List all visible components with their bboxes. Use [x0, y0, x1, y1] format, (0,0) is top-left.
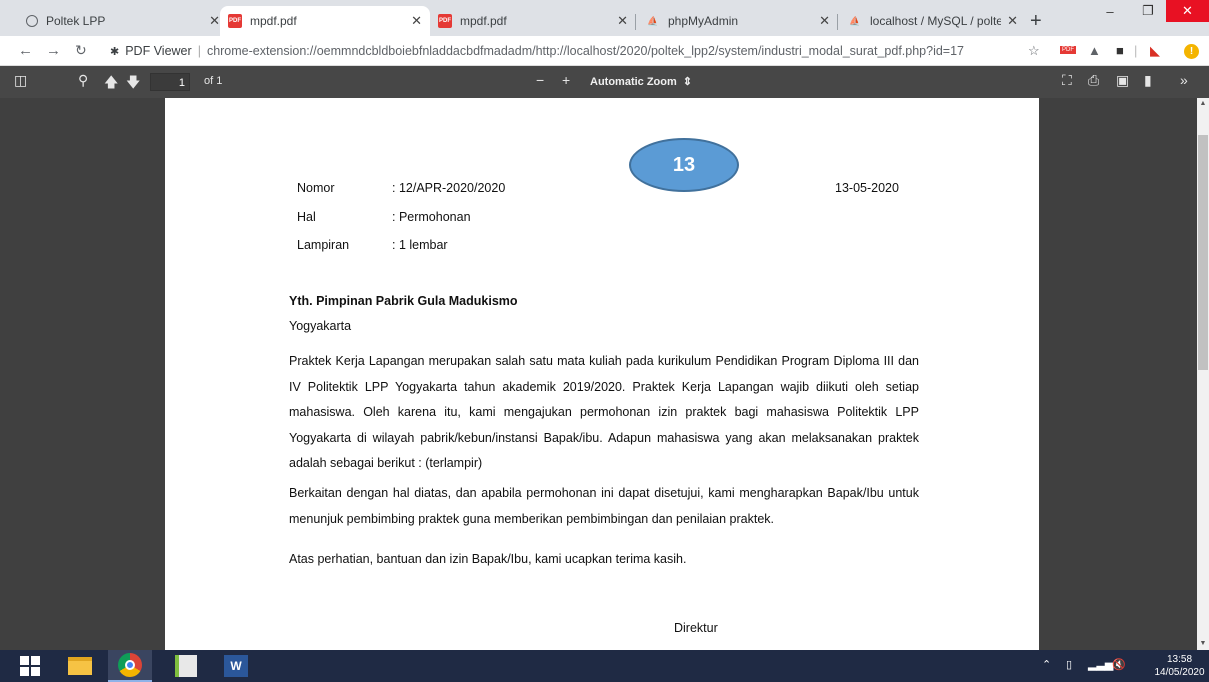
next-page-icon[interactable]: 🡇 — [126, 72, 140, 96]
hal-value: : Permohonan — [392, 210, 471, 224]
tab-localhost-mysql[interactable]: ⛵ localhost / MySQL / poltek_lpp2 ✕ — [840, 6, 1026, 36]
presentation-mode-icon[interactable]: ⛶ — [1062, 72, 1072, 89]
close-tab-icon[interactable]: ✕ — [819, 13, 830, 29]
url-text: chrome-extension://oemmndcbldboiebfnladd… — [206, 44, 965, 58]
scroll-up-arrow-icon[interactable]: ▲ — [1197, 98, 1209, 110]
chrome-taskbar-button[interactable] — [108, 650, 152, 682]
paragraph-3: Atas perhatian, bantuan dan izin Bapak/I… — [289, 552, 687, 566]
previous-page-icon[interactable]: 🡅 — [104, 72, 118, 96]
pdf-icon: PDF — [438, 14, 452, 28]
close-tab-icon[interactable]: ✕ — [411, 13, 422, 29]
taskbar: W ⌃ ▯ ▂▃▅ 🔇 — [0, 650, 1209, 682]
lampiran-value: : 1 lembar — [392, 238, 448, 252]
pdf-icon: PDF — [228, 14, 242, 28]
tab-title: phpMyAdmin — [668, 14, 739, 28]
lampiran-label: Lampiran — [297, 238, 350, 252]
phpmyadmin-icon: ⛵ — [647, 15, 659, 26]
chrome-icon — [118, 653, 142, 677]
clock-date: 14/05/2020 — [1154, 667, 1205, 678]
page-number-input[interactable]: 1 — [150, 73, 190, 91]
page-count-label: of 1 — [204, 75, 223, 87]
nomor-value: : 12/APR-2020/2020 — [392, 181, 506, 195]
tab-title: localhost / MySQL / poltek_lpp2 — [870, 14, 1002, 28]
page-info-label: PDF Viewer — [125, 44, 192, 58]
scrollbar-thumb[interactable] — [1198, 135, 1208, 370]
signature-title: Direktur — [674, 621, 718, 635]
tab-title: mpdf.pdf — [250, 14, 297, 28]
file-explorer-button[interactable] — [58, 650, 102, 682]
zoom-select-value: Automatic Zoom — [590, 76, 677, 88]
notepad-icon — [175, 655, 197, 677]
nomor-label: Nomor — [297, 181, 335, 195]
tab-title: mpdf.pdf — [460, 14, 507, 28]
pdf-extension-icon[interactable]: PDF — [1060, 46, 1076, 54]
warning-extension-icon[interactable]: ▲ — [1088, 43, 1101, 58]
notepad-taskbar-button[interactable] — [164, 650, 208, 682]
phone-icon[interactable]: ▯ — [1066, 658, 1072, 671]
address-bar[interactable]: ✱ PDF Viewer | chrome-extension://oemmnd… — [110, 40, 1015, 62]
hal-label: Hal — [297, 210, 316, 224]
windows-logo-icon — [20, 656, 40, 676]
recipient: Yth. Pimpinan Pabrik Gula Madukismo — [289, 294, 518, 308]
number-badge: 13 — [629, 138, 739, 192]
phpmyadmin-icon: ⛵ — [849, 15, 861, 26]
close-tab-icon[interactable]: ✕ — [617, 13, 628, 29]
clock-time: 13:58 — [1166, 654, 1193, 665]
word-taskbar-button[interactable]: W — [214, 650, 258, 682]
letter-date: 13-05-2020 — [835, 181, 899, 195]
close-tab-icon[interactable]: ✕ — [209, 13, 220, 29]
extension-puzzle-icon: ✱ — [110, 45, 120, 58]
reload-icon[interactable]: ↻ — [75, 42, 87, 59]
tab-phpmyadmin[interactable]: ⛵ phpMyAdmin ✕ — [638, 6, 838, 36]
update-alert-icon[interactable]: ! — [1184, 44, 1199, 59]
bookmark-star-icon[interactable]: ☆ — [1028, 43, 1040, 59]
pdf-page: 13 Nomor : 12/APR-2020/2020 13-05-2020 H… — [165, 98, 1039, 658]
zoom-out-icon[interactable]: − — [536, 72, 544, 88]
bookmark-icon[interactable]: ▮ — [1144, 72, 1152, 89]
tab-mpdf[interactable]: PDF mpdf.pdf ✕ — [430, 6, 636, 36]
show-hidden-icons[interactable]: ⌃ — [1042, 658, 1051, 671]
paragraph-2: Berkaitan dengan hal diatas, dan apabila… — [289, 486, 919, 526]
taskbar-clock[interactable]: 13:58 14/05/2020 — [1152, 653, 1207, 679]
tab-mpdf-active[interactable]: PDF mpdf.pdf ✕ — [220, 6, 430, 36]
back-icon[interactable]: ← — [18, 42, 33, 59]
paragraph-1: Praktek Kerja Lapangan merupakan salah s… — [289, 354, 919, 470]
folder-icon — [68, 657, 92, 675]
tools-menu-icon[interactable]: » — [1180, 72, 1188, 88]
profile-icon[interactable]: ◣ — [1150, 43, 1160, 59]
minimize-button[interactable]: – — [1090, 0, 1130, 22]
volume-muted-icon[interactable]: 🔇 — [1112, 658, 1126, 671]
forward-icon[interactable]: → — [46, 42, 61, 59]
close-tab-icon[interactable]: ✕ — [1007, 13, 1018, 29]
window-close-button[interactable]: ✕ — [1166, 0, 1209, 22]
zoom-in-icon[interactable]: + — [562, 72, 570, 88]
new-tab-button[interactable]: + — [1030, 10, 1042, 33]
tab-title: Poltek LPP — [46, 14, 106, 28]
scroll-down-arrow-icon[interactable]: ▼ — [1197, 638, 1209, 650]
pdf-toolbar: ◫ ⚲ 🡅 🡇 1 of 1 − + Automatic Zoom ⇕ ⛶ ⎙ … — [0, 66, 1209, 98]
address-bar-row: ← → ↻ ✱ PDF Viewer | chrome-extension://… — [0, 36, 1209, 66]
start-button[interactable] — [8, 650, 52, 682]
tab-poltek-lpp[interactable]: Poltek LPP ✕ — [18, 6, 228, 36]
network-icon[interactable]: ▂▃▅ — [1088, 658, 1113, 671]
maximize-button[interactable]: ❐ — [1130, 0, 1166, 22]
search-icon[interactable]: ⚲ — [78, 72, 88, 89]
tab-strip: Poltek LPP ✕ PDF mpdf.pdf ✕ PDF mpdf.pdf… — [0, 0, 1209, 36]
zoom-select[interactable]: Automatic Zoom ⇕ — [584, 73, 698, 91]
download-icon[interactable]: ▣ — [1116, 72, 1129, 89]
globe-icon — [26, 15, 38, 27]
recipient-city: Yogyakarta — [289, 319, 352, 333]
print-icon[interactable]: ⎙ — [1088, 72, 1099, 89]
account-extension-icon[interactable]: ■ — [1116, 43, 1124, 58]
sidebar-toggle-icon[interactable]: ◫ — [14, 72, 27, 89]
word-icon: W — [224, 655, 248, 677]
